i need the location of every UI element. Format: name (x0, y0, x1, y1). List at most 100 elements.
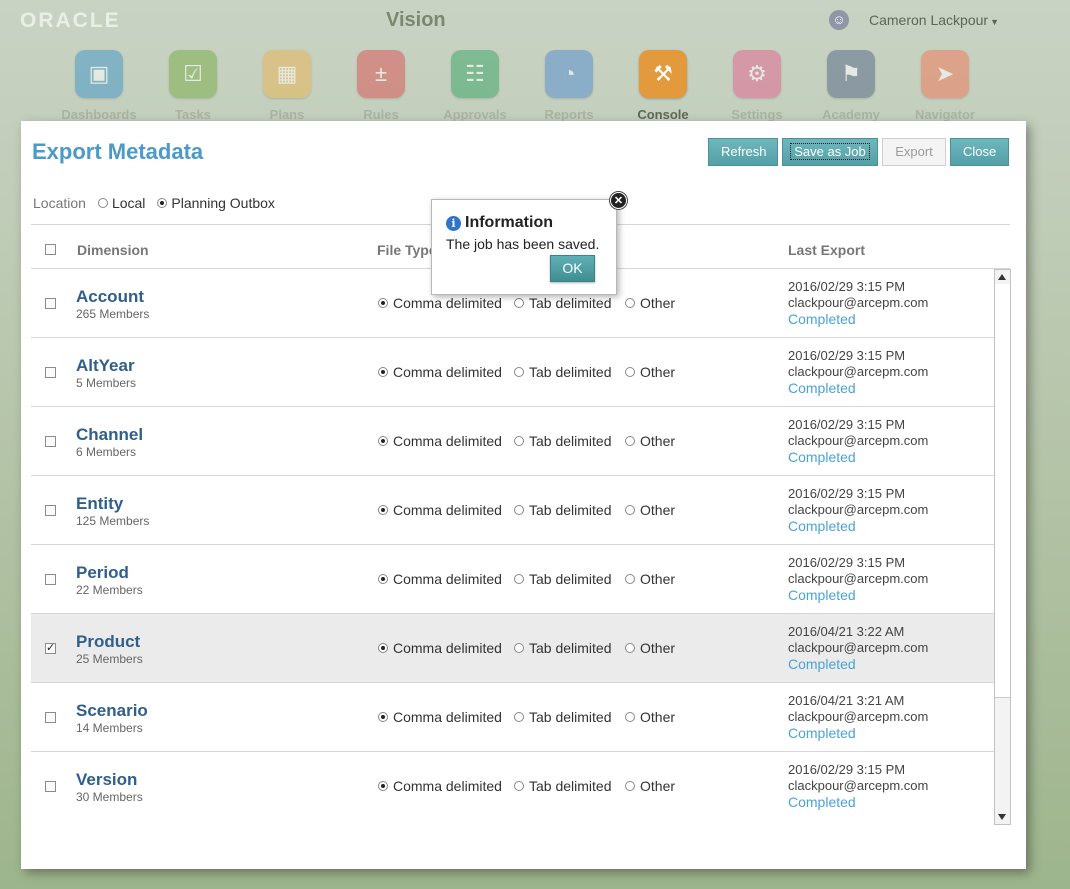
scroll-thumb[interactable] (995, 284, 1010, 698)
file-type-option[interactable]: Comma delimited (378, 571, 502, 587)
file-type-option[interactable]: Tab delimited (514, 571, 612, 587)
row-checkbox[interactable] (45, 574, 56, 585)
file-type-radio[interactable] (378, 436, 388, 446)
reports-icon[interactable]: ◔ (545, 50, 593, 98)
dashboards-icon[interactable]: ▣ (75, 50, 123, 98)
file-type-radio[interactable] (378, 781, 388, 791)
file-type-option[interactable]: Other (625, 709, 675, 725)
close-icon[interactable]: ✕ (610, 192, 627, 209)
last-export-status[interactable]: Completed (788, 656, 856, 672)
location-option-local[interactable]: Local (97, 195, 145, 211)
table-row[interactable]: Period 22 Members Comma delimited Tab delim… (31, 545, 994, 614)
last-export-status[interactable]: Completed (788, 518, 856, 534)
navigator-icon[interactable]: ➤ (921, 50, 969, 98)
settings-icon[interactable]: ⚙ (733, 50, 781, 98)
file-type-option[interactable]: Tab delimited (514, 502, 612, 518)
file-type-option[interactable]: Tab delimited (514, 295, 612, 311)
file-type-radio[interactable] (514, 298, 524, 308)
file-type-option[interactable]: Tab delimited (514, 364, 612, 380)
row-checkbox[interactable] (45, 505, 56, 516)
accessibility-icon[interactable]: ☺ (829, 10, 849, 30)
file-type-radio[interactable] (378, 643, 388, 653)
file-type-option[interactable]: Other (625, 364, 675, 380)
file-type-option[interactable]: Comma delimited (378, 709, 502, 725)
file-type-option[interactable]: Other (625, 433, 675, 449)
file-type-radio[interactable] (514, 643, 524, 653)
file-type-option[interactable]: Comma delimited (378, 640, 502, 656)
approvals-icon[interactable]: ☷ (451, 50, 499, 98)
file-type-option[interactable]: Other (625, 502, 675, 518)
file-type-radio[interactable] (514, 436, 524, 446)
row-checkbox[interactable] (45, 298, 56, 309)
file-type-radio[interactable] (625, 643, 635, 653)
file-type-option[interactable]: Comma delimited (378, 502, 502, 518)
last-export-status[interactable]: Completed (788, 587, 856, 603)
file-type-option[interactable]: Other (625, 295, 675, 311)
file-type-radio[interactable] (625, 436, 635, 446)
row-checkbox[interactable] (45, 712, 56, 723)
file-type-option[interactable]: Other (625, 571, 675, 587)
table-row[interactable]: AltYear 5 Members Comma delimited Tab delim… (31, 338, 994, 407)
row-checkbox[interactable]: ✓ (45, 643, 56, 654)
location-option-outbox[interactable]: Planning Outbox (157, 195, 275, 211)
row-checkbox[interactable] (45, 781, 56, 792)
file-type-radio[interactable] (625, 505, 635, 515)
table-scrollbar[interactable] (994, 269, 1011, 825)
last-export-status[interactable]: Completed (788, 794, 856, 810)
file-type-radio[interactable] (378, 298, 388, 308)
file-type-option[interactable]: Tab delimited (514, 778, 612, 794)
export-button[interactable]: Export (882, 138, 946, 166)
file-type-radio[interactable] (514, 505, 524, 515)
last-export-user: clackpour@arcepm.com (788, 295, 929, 310)
plans-icon[interactable]: ▦ (263, 50, 311, 98)
file-type-radio[interactable] (514, 781, 524, 791)
file-type-radio[interactable] (514, 367, 524, 377)
file-type-radio[interactable] (625, 574, 635, 584)
file-type-radio[interactable] (625, 367, 635, 377)
file-type-option[interactable]: Tab delimited (514, 433, 612, 449)
file-type-radio[interactable] (625, 781, 635, 791)
file-type-option[interactable]: Comma delimited (378, 364, 502, 380)
file-type-radio[interactable] (514, 712, 524, 722)
rules-icon[interactable]: ± (357, 50, 405, 98)
table-row[interactable]: ✓ Product 25 Members Comma delimited Tab del… (31, 614, 994, 683)
last-export-status[interactable]: Completed (788, 725, 856, 741)
table-row[interactable]: Version 30 Members Comma delimited Tab deli… (31, 752, 994, 820)
planning-outbox-radio[interactable] (157, 198, 168, 208)
last-export-status[interactable]: Completed (788, 311, 856, 327)
file-type-option[interactable]: Comma delimited (378, 433, 502, 449)
ok-button[interactable]: OK (550, 255, 595, 282)
table-row[interactable]: Entity 125 Members Comma delimited Tab deli… (31, 476, 994, 545)
file-type-option[interactable]: Tab delimited (514, 640, 612, 656)
file-type-radio[interactable] (514, 574, 524, 584)
console-icon[interactable]: ⚒ (639, 50, 687, 98)
file-type-radio[interactable] (625, 298, 635, 308)
local-radio[interactable] (97, 198, 108, 208)
row-checkbox[interactable] (45, 436, 56, 447)
file-type-option[interactable]: Other (625, 778, 675, 794)
file-type-option[interactable]: Comma delimited (378, 778, 502, 794)
refresh-button[interactable]: Refresh (708, 138, 778, 166)
table-row[interactable]: Scenario 14 Members Comma delimited Tab del… (31, 683, 994, 752)
scroll-down-icon[interactable] (998, 814, 1006, 820)
tasks-icon[interactable]: ☑ (169, 50, 217, 98)
file-type-radio[interactable] (378, 574, 388, 584)
user-menu[interactable]: Cameron Lackpour ▼ (869, 12, 999, 28)
file-type-radio[interactable] (378, 712, 388, 722)
nav-tile-navigator[interactable]: ➤ Navigator (890, 50, 1000, 122)
file-type-option[interactable]: Other (625, 640, 675, 656)
academy-icon[interactable]: ⚑ (827, 50, 875, 98)
table-row[interactable]: Channel 6 Members Comma delimited Tab delim… (31, 407, 994, 476)
select-all-checkbox[interactable] (45, 244, 56, 255)
last-export-status[interactable]: Completed (788, 449, 856, 465)
last-export-status[interactable]: Completed (788, 380, 856, 396)
scroll-up-icon[interactable] (998, 274, 1006, 280)
file-type-radio[interactable] (378, 367, 388, 377)
save-as-job-button[interactable]: Save as Job (782, 138, 878, 166)
close-button[interactable]: Close (950, 138, 1009, 166)
file-type-radio[interactable] (625, 712, 635, 722)
file-type-radio[interactable] (378, 505, 388, 515)
row-checkbox[interactable] (45, 367, 56, 378)
file-type-option[interactable]: Tab delimited (514, 709, 612, 725)
file-type-option[interactable]: Comma delimited (378, 295, 502, 311)
